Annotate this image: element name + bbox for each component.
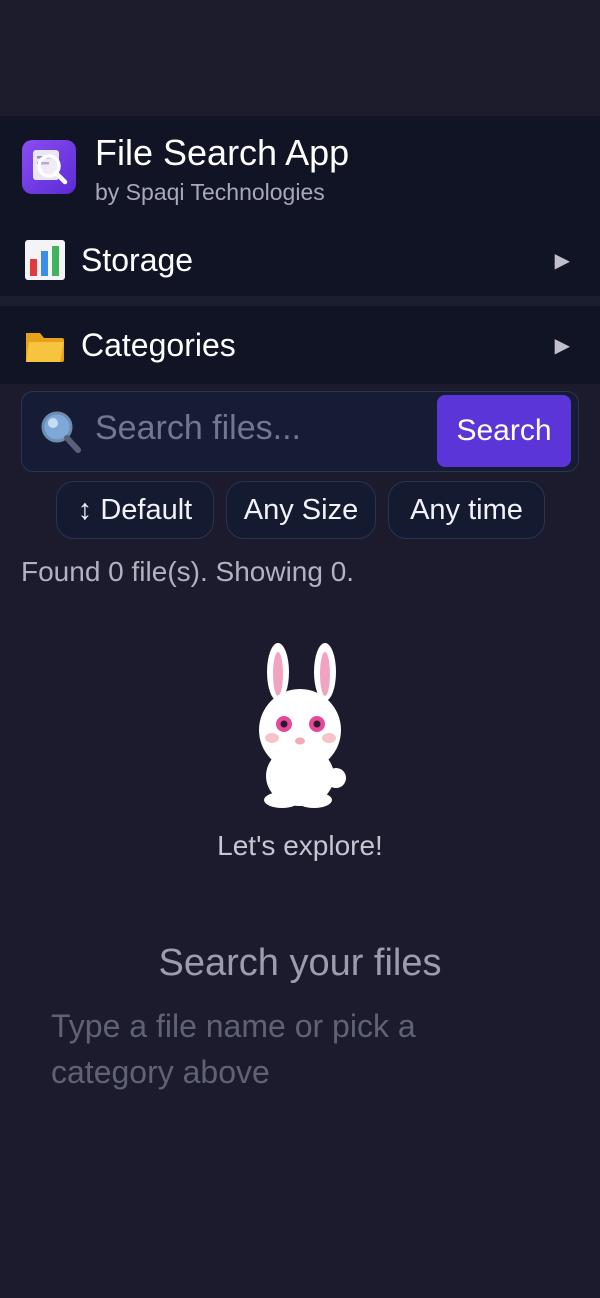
categories-label: Categories xyxy=(81,326,236,363)
empty-state-caption: Let's explore! xyxy=(217,830,383,861)
sort-filter-chip[interactable]: ↕ Default xyxy=(56,481,214,539)
section-divider xyxy=(0,296,600,306)
size-filter-chip[interactable]: Any Size xyxy=(226,481,376,539)
storage-section-row[interactable]: Storage ▶ xyxy=(0,222,600,298)
time-filter-chip[interactable]: Any time xyxy=(388,481,545,539)
bunny-illustration xyxy=(259,643,346,808)
app-logo xyxy=(22,140,76,194)
empty-state-hint: Type a file name or pick a category abov… xyxy=(51,1008,416,1090)
search-input[interactable] xyxy=(95,400,425,456)
results-summary: Found 0 file(s). Showing 0. xyxy=(21,556,355,587)
storage-expand-arrow-icon[interactable]: ▶ xyxy=(555,248,570,273)
folder-icon xyxy=(26,333,64,362)
bar-chart-icon xyxy=(25,240,65,280)
storage-label: Storage xyxy=(81,241,194,278)
magnifier-icon xyxy=(41,411,81,453)
magnifier-document-icon xyxy=(33,150,68,185)
status-bar-area xyxy=(0,0,600,116)
app-subtitle: by Spaqi Technologies xyxy=(95,179,325,205)
categories-section-row[interactable]: Categories ▶ xyxy=(0,306,600,384)
search-button[interactable]: Search xyxy=(437,395,571,467)
app-title: File Search App xyxy=(95,132,350,173)
empty-state-title: Search your files xyxy=(158,942,442,984)
categories-expand-arrow-icon[interactable]: ▶ xyxy=(555,333,570,358)
